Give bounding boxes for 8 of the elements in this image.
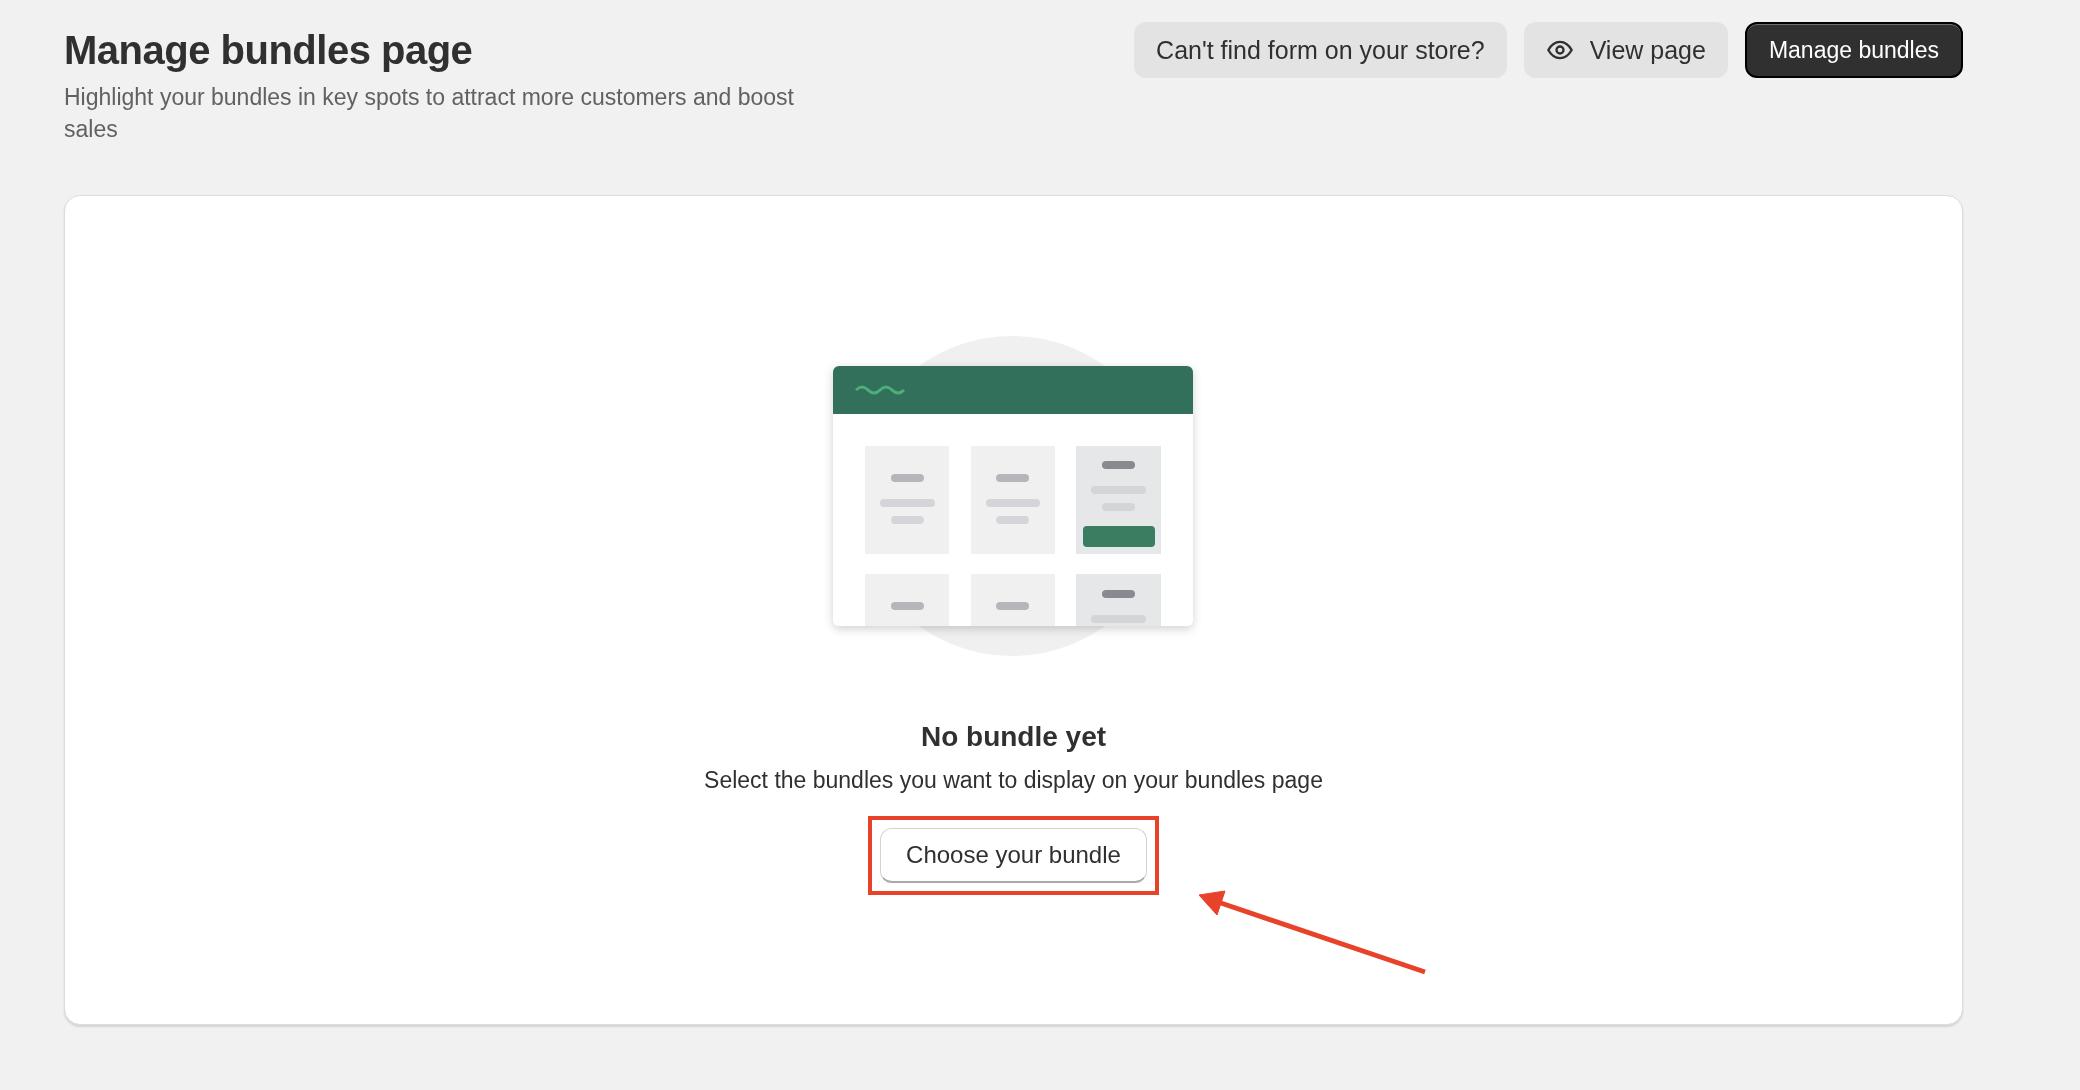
empty-state-heading: No bundle yet [920, 721, 1107, 753]
header-button[interactable]: View page [1523, 22, 1728, 78]
header-button[interactable]: Can't find form on your store? [1134, 22, 1507, 78]
page-title: Manage bundles page [64, 28, 474, 73]
manage-bundles-button[interactable]: Manage bundles [1744, 22, 1963, 78]
page-subtitle: Highlight your bundles in key spots to attract more customers and boost sales [64, 83, 795, 144]
empty-state-description: Select the bundles you want to display on your bundles page [704, 767, 1323, 794]
choose-bundle-button[interactable]: Choose your bundle [880, 828, 1147, 883]
